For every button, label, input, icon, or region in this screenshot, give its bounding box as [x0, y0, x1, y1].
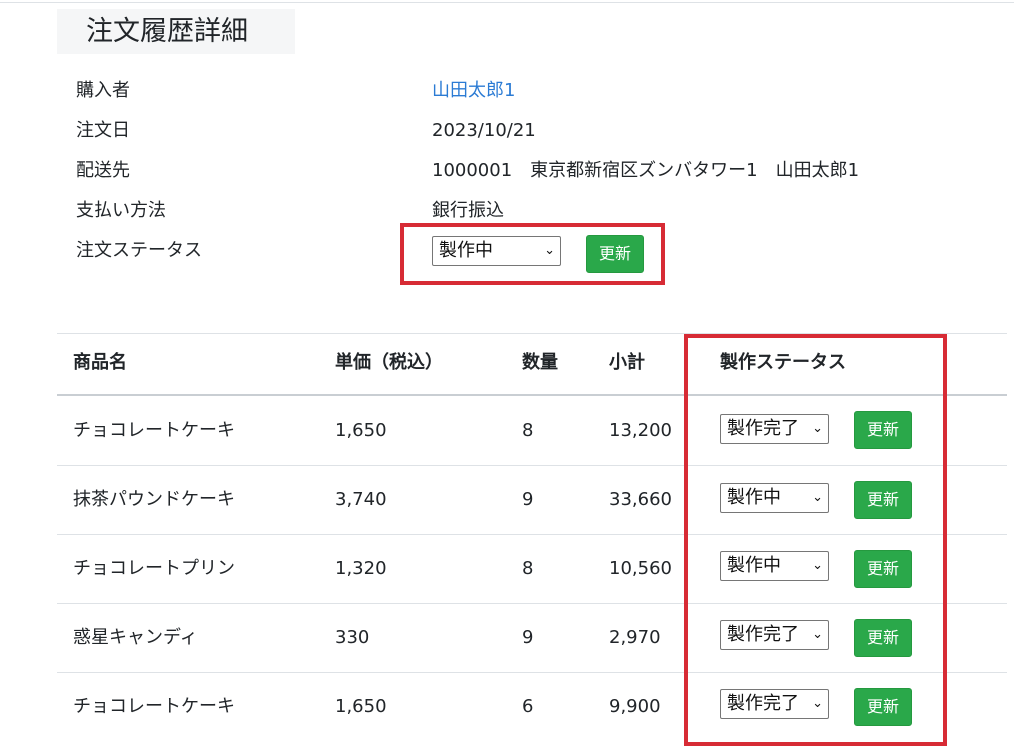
buyer-row: 購入者 山田太郎1	[0, 71, 1014, 111]
unit-price: 1,320	[335, 558, 387, 579]
quantity: 8	[522, 420, 534, 441]
product-name: 惑星キャンディ	[73, 627, 198, 648]
product-name: チョコレートプリン	[73, 558, 235, 579]
order-status-label: 注文ステータス	[76, 240, 202, 261]
production-status-highlight	[684, 334, 947, 746]
address-label: 配送先	[76, 160, 130, 181]
address-value: 1000001 東京都新宿区ズンバタワー1 山田太郎1	[432, 160, 860, 181]
order-date-value: 2023/10/21	[432, 120, 536, 141]
buyer-label: 購入者	[76, 80, 130, 101]
quantity: 9	[522, 627, 534, 648]
subtotal: 13,200	[609, 420, 672, 441]
order-status-update-button[interactable]: 更新	[586, 235, 644, 273]
product-name: チョコレートケーキ	[73, 696, 235, 717]
quantity: 8	[522, 558, 534, 579]
subtotal: 10,560	[609, 558, 672, 579]
subtotal: 2,970	[609, 627, 661, 648]
quantity: 6	[522, 696, 534, 717]
chevron-down-icon: ⌄	[544, 243, 555, 258]
subtotal: 9,900	[609, 696, 661, 717]
address-row: 配送先 1000001 東京都新宿区ズンバタワー1 山田太郎1	[0, 151, 1014, 191]
payment-label: 支払い方法	[76, 200, 166, 221]
header-unit-price: 単価（税込）	[335, 352, 443, 373]
top-divider	[0, 2, 1014, 3]
product-name: チョコレートケーキ	[73, 420, 235, 441]
header-quantity: 数量	[522, 352, 558, 373]
unit-price: 3,740	[335, 489, 387, 510]
unit-price: 1,650	[335, 420, 387, 441]
header-subtotal: 小計	[609, 352, 645, 373]
page-title: 注文履歴詳細	[57, 9, 295, 54]
header-product-name: 商品名	[73, 352, 127, 373]
subtotal: 33,660	[609, 489, 672, 510]
order-status-select[interactable]: 製作中 ⌄	[432, 236, 561, 266]
unit-price: 1,650	[335, 696, 387, 717]
unit-price: 330	[335, 627, 370, 648]
order-date-label: 注文日	[76, 120, 130, 141]
product-name: 抹茶パウンドケーキ	[73, 489, 235, 510]
buyer-link[interactable]: 山田太郎1	[432, 71, 515, 111]
order-status-select-value: 製作中	[439, 240, 493, 261]
order-date-row: 注文日 2023/10/21	[0, 111, 1014, 151]
quantity: 9	[522, 489, 534, 510]
